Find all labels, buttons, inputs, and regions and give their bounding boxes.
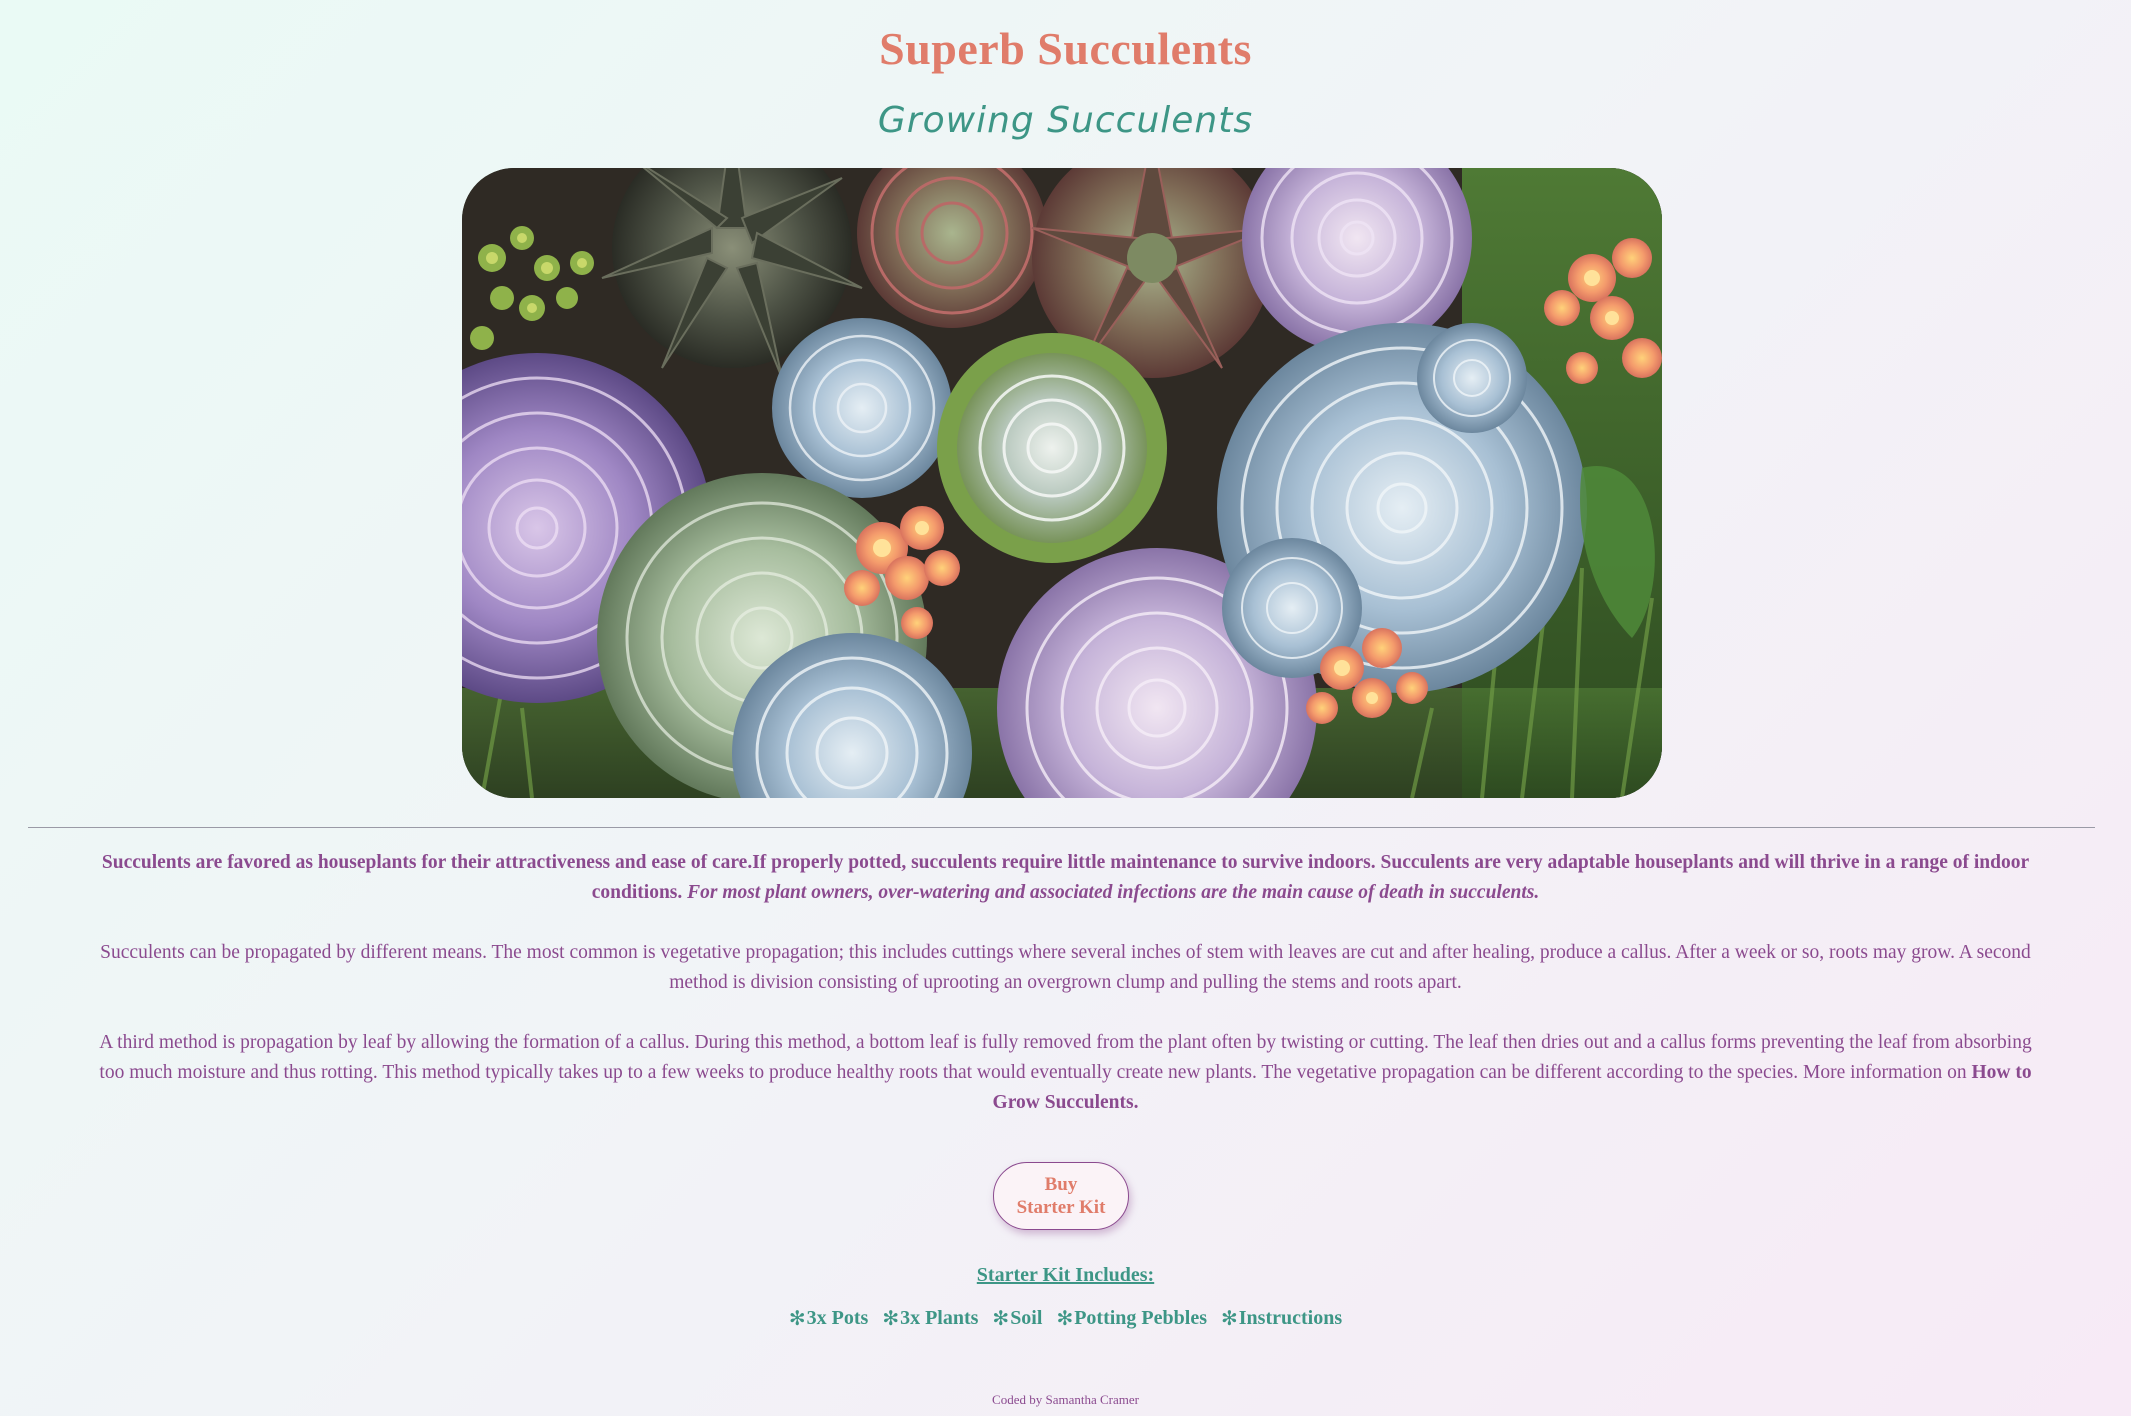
kit-item: ✻ 3x Pots (789, 1306, 868, 1330)
leaf-propagation-text: A third method is propagation by leaf by… (99, 1032, 2032, 1083)
starter-kit-list: ✻ 3x Pots ✻ 3x Plants ✻ Soil ✻ Potting Pebbl… (0, 1306, 2131, 1330)
kit-item: ✻ 3x Plants (882, 1306, 978, 1330)
buy-button-label: Buy Starter Kit (1017, 1173, 1106, 1219)
hero-image-succulents (462, 168, 1662, 798)
kit-item: ✻ Instructions (1221, 1306, 1342, 1330)
asterisk-bullet-icon: ✻ (1220, 1306, 1238, 1330)
lead-paragraph: Succulents are favored as houseplants fo… (95, 848, 2036, 908)
section-divider (28, 827, 2095, 828)
kit-item: ✻ Soil (992, 1306, 1042, 1330)
lead-emphasis: For most plant owners, over-watering and… (687, 882, 1540, 903)
kit-item-label: Potting Pebbles (1074, 1306, 1207, 1329)
kit-item-label: 3x Pots (806, 1306, 869, 1329)
article-content: Succulents are favored as houseplants fo… (95, 848, 2036, 1148)
buy-button-line2: Starter Kit (1016, 1197, 1106, 1218)
asterisk-bullet-icon: ✻ (1056, 1306, 1074, 1330)
buy-starter-kit-button[interactable]: Buy Starter Kit (993, 1162, 1129, 1230)
kit-item: ✻ Potting Pebbles (1056, 1306, 1207, 1330)
site-title: Superb Succulents (879, 23, 1252, 74)
kit-item-label: 3x Plants (900, 1306, 979, 1329)
footer-credit: Coded by Samantha Cramer (992, 1392, 1139, 1407)
propagation-paragraph: Succulents can be propagated by differen… (100, 942, 2031, 993)
buy-button-line1: Buy (1044, 1174, 1078, 1195)
asterisk-bullet-icon: ✻ (788, 1306, 806, 1330)
kit-item-label: Instructions (1238, 1306, 1343, 1329)
asterisk-bullet-icon: ✻ (992, 1306, 1010, 1330)
leaf-propagation-paragraph: A third method is propagation by leaf by… (95, 1028, 2036, 1118)
starter-kit-heading: Starter Kit Includes: (976, 1264, 1155, 1286)
page: Superb Succulents Growing Succulents Suc… (0, 0, 2131, 1416)
kit-item-label: Soil (1010, 1306, 1043, 1329)
page-subtitle: Growing Succulents (877, 100, 1254, 141)
asterisk-bullet-icon: ✻ (882, 1306, 900, 1330)
